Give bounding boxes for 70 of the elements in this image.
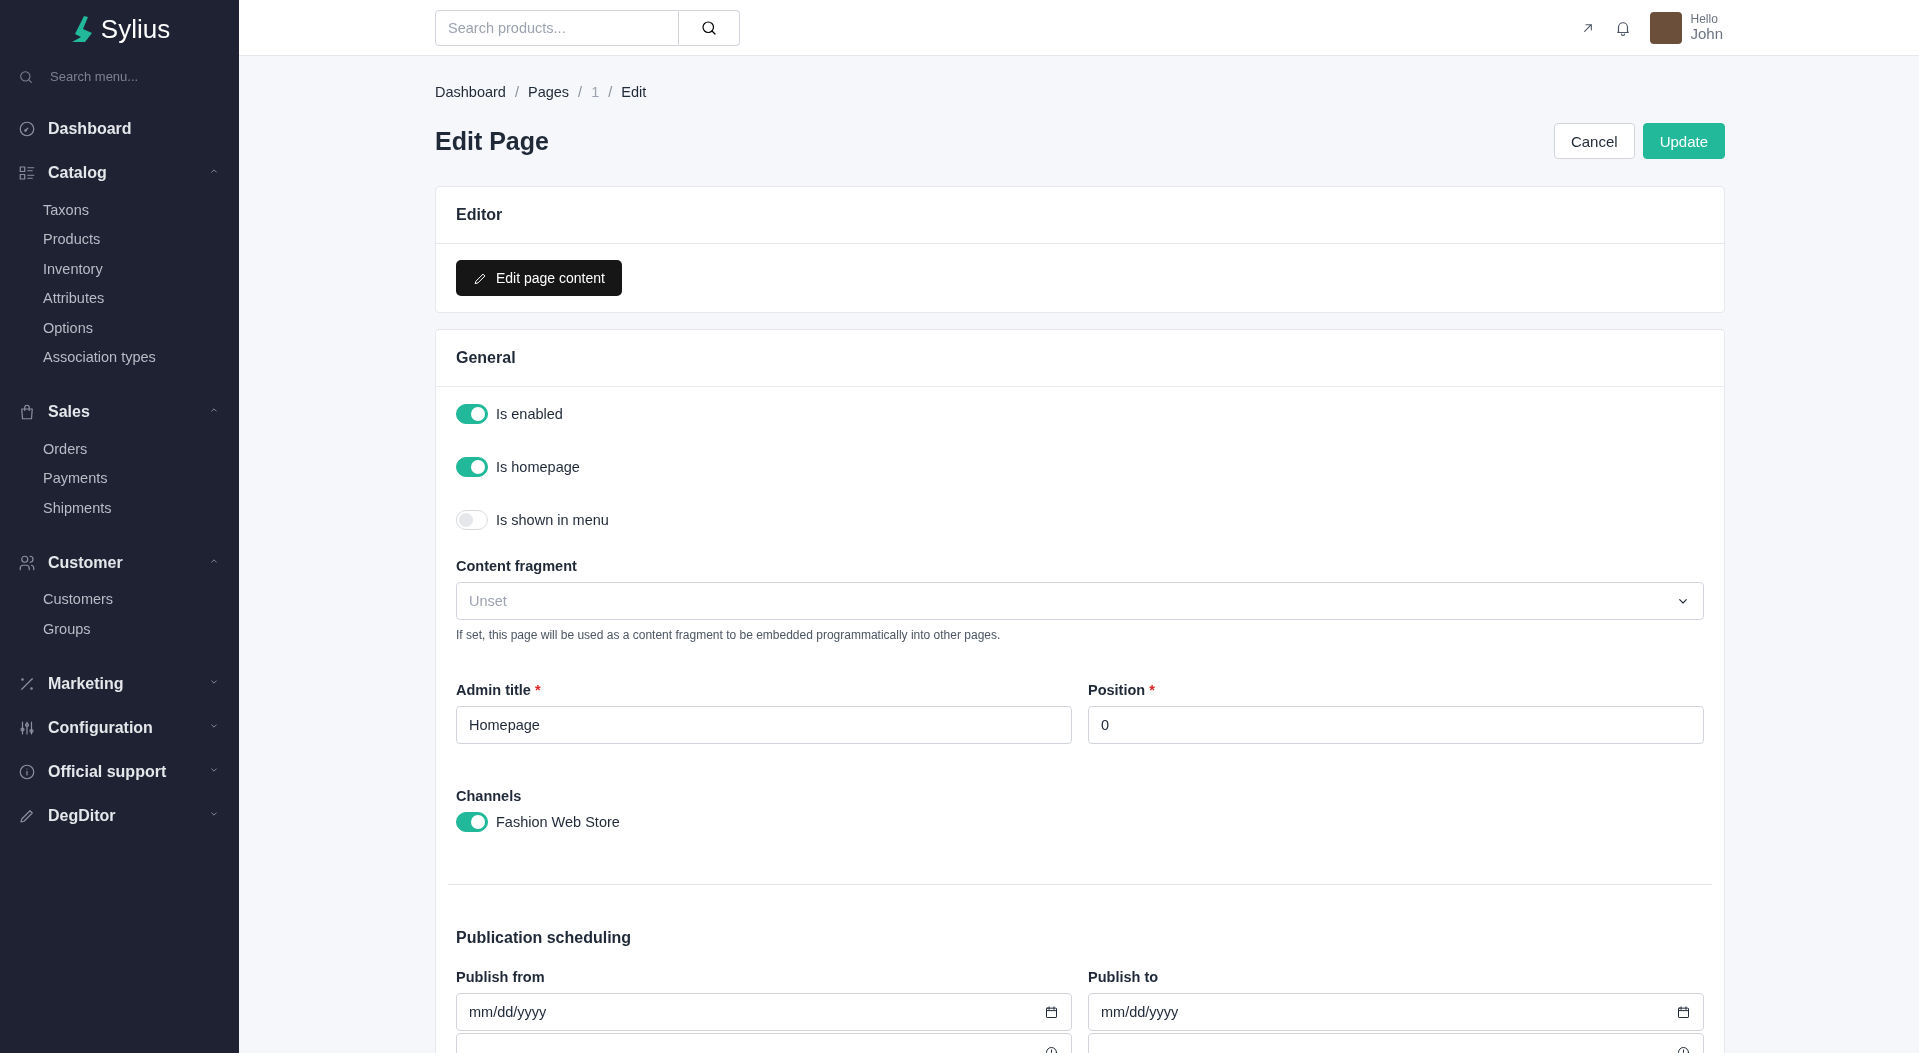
menu-section[interactable]: Catalog — [48, 164, 107, 181]
field-label: Position — [1088, 682, 1146, 698]
menu-item[interactable]: Association types — [0, 342, 156, 372]
user-name: John — [1690, 25, 1723, 43]
menu-item[interactable]: Options — [0, 313, 93, 343]
menu-item[interactable]: Shipments — [0, 493, 112, 523]
search-icon — [700, 18, 718, 37]
breadcrumb-item[interactable]: Pages — [527, 84, 570, 100]
toggle-label: Is enabled — [496, 406, 563, 422]
field-label: Publish to — [1088, 969, 1159, 985]
menu-item[interactable]: Groups — [0, 614, 91, 644]
menu-section[interactable]: DegDitor — [48, 806, 116, 824]
breadcrumb-separator: / — [514, 84, 519, 100]
menu-section[interactable]: Dashboard — [48, 120, 132, 137]
toggle-switch[interactable] — [456, 510, 488, 530]
menu-item[interactable]: Orders — [0, 434, 88, 464]
calendar-icon — [1044, 1004, 1059, 1020]
list-icon — [18, 164, 36, 182]
breadcrumb-item: 1 — [591, 84, 600, 100]
gauge-icon — [18, 120, 36, 138]
menu-section[interactable]: Sales — [48, 403, 90, 420]
help-text: If set, this page will be used as a content fragment to be embedded programmatically into other pages. — [456, 628, 1002, 642]
shopping-bag-icon — [18, 403, 36, 421]
toggle-label: Fashion Web Store — [496, 814, 620, 830]
sliders-icon — [18, 718, 36, 737]
required-mark: * — [1149, 682, 1155, 698]
required-mark: * — [534, 682, 541, 698]
toggle-switch[interactable] — [456, 812, 488, 832]
text-input-field[interactable]: Homepage — [456, 706, 1072, 744]
text-input-field[interactable]: 0 — [1088, 706, 1704, 744]
date-input-field[interactable]: mm/dd/yyyy — [1088, 993, 1704, 1031]
field-label: Publish from — [456, 969, 545, 985]
toggle-label: Is shown in menu — [496, 512, 609, 528]
product-search-field[interactable]: Search products... — [435, 9, 679, 46]
menu-item[interactable]: Attributes — [0, 283, 105, 313]
greeting: Hello — [1690, 12, 1719, 26]
menu-search-field[interactable]: Search menu... — [48, 68, 212, 85]
menu-section[interactable]: Marketing — [48, 674, 124, 692]
users-icon — [18, 553, 36, 572]
field-label: Admin title — [456, 682, 531, 698]
date-input-field[interactable]: mm/dd/yyyy — [456, 993, 1072, 1031]
info-icon — [18, 762, 36, 781]
logo-text: Sylius — [100, 13, 171, 45]
card-title: General — [456, 349, 516, 367]
menu-item[interactable]: Taxons — [0, 195, 89, 225]
avatar-photo-placeholder[interactable] — [1650, 11, 1683, 44]
section-title: Publication scheduling — [456, 929, 632, 947]
menu-item[interactable]: Products — [0, 224, 101, 254]
menu-item[interactable]: Inventory — [0, 254, 103, 284]
breadcrumb-separator: / — [608, 84, 613, 100]
breadcrumb-separator: / — [578, 84, 583, 100]
field-label: Content fragment — [456, 558, 577, 574]
toggle-switch[interactable] — [456, 404, 488, 424]
search-button[interactable] — [679, 9, 740, 46]
calendar-icon — [1676, 1004, 1691, 1020]
menu-section[interactable]: Configuration — [48, 718, 153, 736]
breadcrumb-item[interactable]: Edit — [621, 84, 647, 100]
card-title: Editor — [456, 206, 503, 224]
search-icon — [18, 68, 34, 85]
menu-item[interactable]: Customers — [0, 584, 114, 614]
page-title: Edit Page — [435, 126, 550, 156]
menu-section[interactable]: Customer — [48, 553, 123, 571]
menu-section[interactable]: Official support — [48, 762, 167, 780]
breadcrumb-item[interactable]: Dashboard — [435, 84, 506, 100]
cancel-button[interactable]: Cancel — [1553, 123, 1635, 159]
menu-item[interactable]: Payments — [0, 463, 108, 493]
edit-content-button[interactable]: Edit page content — [456, 260, 622, 296]
toggle-label: Is homepage — [496, 459, 580, 475]
field-label: Channels — [456, 788, 522, 804]
toggle-switch[interactable] — [456, 457, 488, 477]
